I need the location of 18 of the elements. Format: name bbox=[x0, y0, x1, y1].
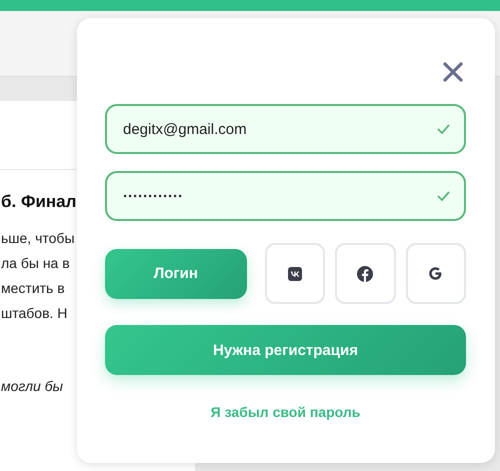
login-button[interactable]: Логин bbox=[105, 248, 247, 298]
article-text: ла бы на в bbox=[1, 254, 70, 273]
facebook-icon bbox=[357, 266, 374, 282]
password-field[interactable]: ············ bbox=[105, 171, 466, 221]
article-heading: б. Финал bbox=[1, 192, 76, 212]
article-text: штабов. Н bbox=[1, 304, 68, 323]
google-icon bbox=[428, 266, 444, 281]
email-field[interactable]: degitx@gmail.com bbox=[105, 104, 466, 154]
article-text: могли бы bbox=[1, 377, 63, 396]
article-text: ьше, чтобы bbox=[1, 229, 75, 248]
forgot-password-link[interactable]: Я забыл свой пароль bbox=[210, 404, 360, 420]
facebook-button[interactable] bbox=[335, 243, 396, 304]
vk-icon bbox=[288, 266, 302, 280]
register-button[interactable]: Нужна регистрация bbox=[105, 325, 466, 375]
article-text: местить в bbox=[1, 279, 65, 298]
close-icon[interactable] bbox=[442, 61, 464, 83]
vk-button[interactable] bbox=[264, 243, 326, 304]
google-button[interactable] bbox=[406, 243, 466, 304]
